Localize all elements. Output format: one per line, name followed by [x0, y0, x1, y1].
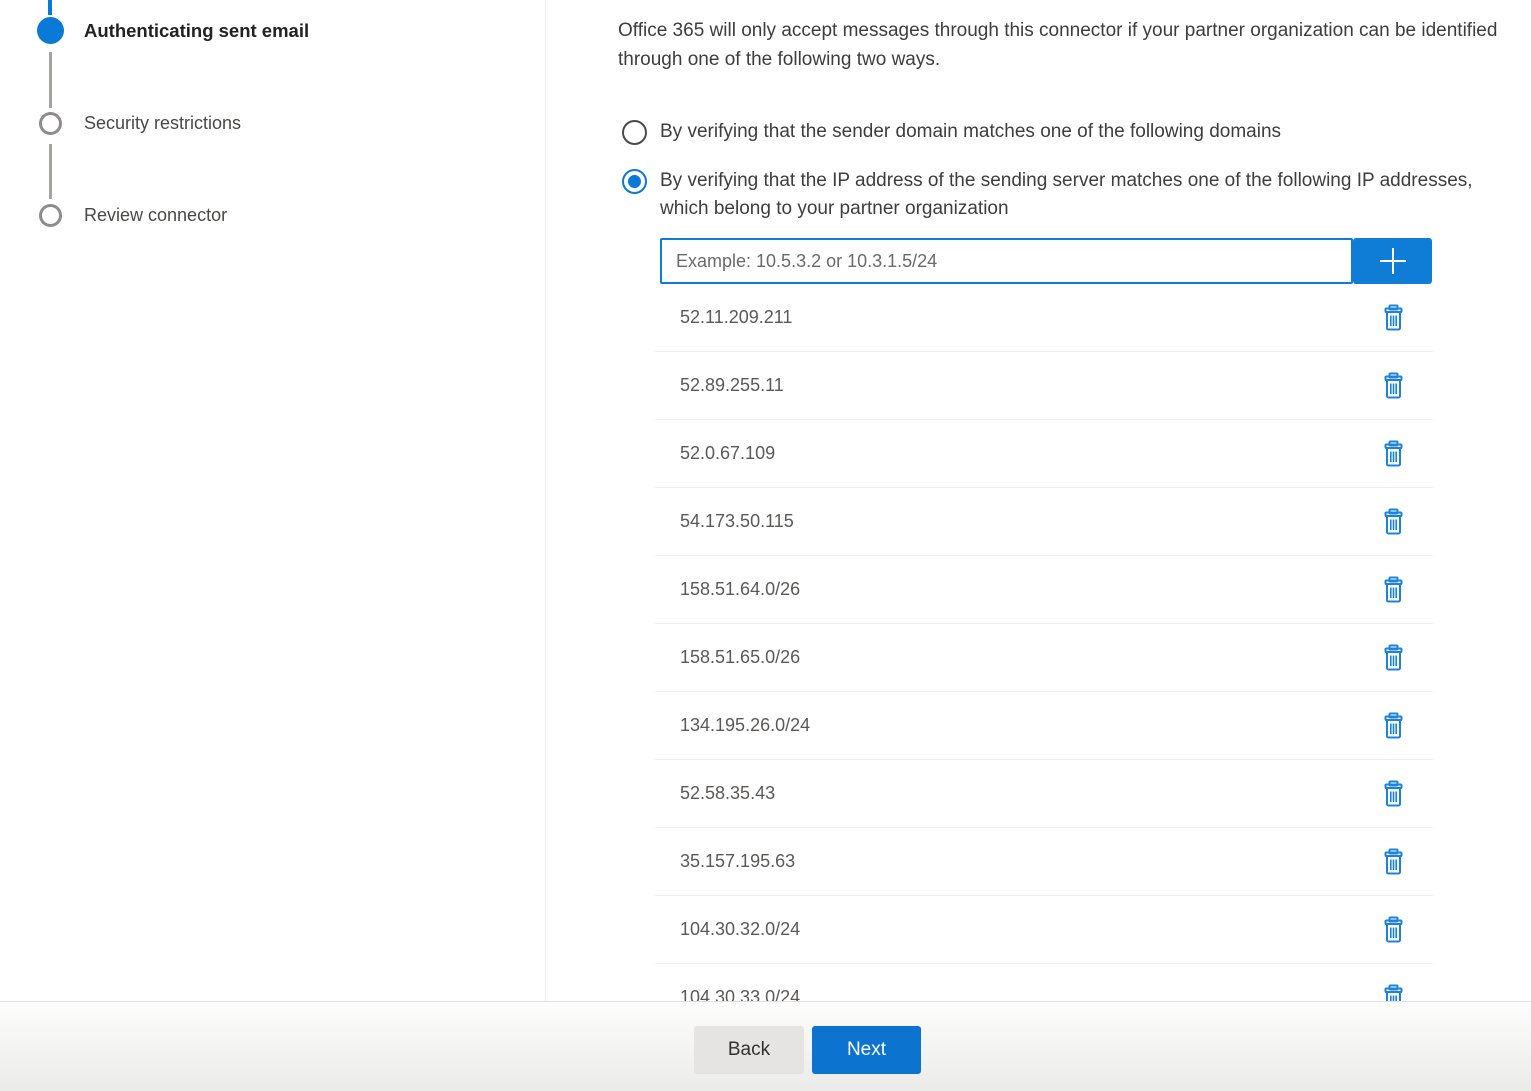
trash-icon: [1382, 576, 1405, 603]
wizard-footer: Back Next: [0, 1001, 1531, 1091]
step-indicator-slot: [36, 112, 64, 135]
panel-divider: [545, 0, 546, 1001]
ip-address-value: 104.30.32.0/24: [680, 919, 800, 940]
ip-address-row: 52.11.209.211: [655, 284, 1433, 352]
delete-ip-button[interactable]: [1380, 914, 1407, 945]
delete-ip-button[interactable]: [1380, 642, 1407, 673]
ip-address-row: 158.51.65.0/26: [655, 624, 1433, 692]
wizard-step-review-connector[interactable]: Review connector: [36, 204, 227, 227]
step-connector: [49, 144, 52, 199]
ip-address-row: 104.30.32.0/24: [655, 896, 1433, 964]
plus-icon: [1377, 245, 1409, 277]
radio-option-label: By verifying that the sender domain matc…: [660, 118, 1281, 146]
radio-unselected-icon[interactable]: [622, 120, 647, 145]
step-connector-top: [48, 0, 52, 15]
authenticating-sent-email-panel: Office 365 will only accept messages thr…: [618, 0, 1531, 1001]
step-indicator-slot: [36, 17, 64, 44]
ip-address-value: 134.195.26.0/24: [680, 715, 810, 736]
ip-address-row: 52.0.67.109: [655, 420, 1433, 488]
delete-ip-button[interactable]: [1380, 574, 1407, 605]
trash-icon: [1382, 780, 1405, 807]
ip-address-value: 52.0.67.109: [680, 443, 775, 464]
ip-address-value: 54.173.50.115: [680, 511, 794, 532]
ip-address-value: 35.157.195.63: [680, 851, 795, 872]
delete-ip-button[interactable]: [1380, 438, 1407, 469]
ip-address-row: 52.58.35.43: [655, 760, 1433, 828]
step-indicator-slot: [36, 204, 64, 227]
radio-option-sender-domain[interactable]: By verifying that the sender domain matc…: [622, 118, 1531, 146]
connector-wizard-page: Authenticating sent email Security restr…: [0, 0, 1531, 1091]
step-label: Review connector: [84, 205, 227, 226]
radio-option-ip-address[interactable]: By verifying that the IP address of the …: [622, 167, 1531, 223]
delete-ip-button[interactable]: [1380, 846, 1407, 877]
trash-icon: [1382, 508, 1405, 535]
ip-address-row: 134.195.26.0/24: [655, 692, 1433, 760]
delete-ip-button[interactable]: [1380, 710, 1407, 741]
ip-address-row: 158.51.64.0/26: [655, 556, 1433, 624]
step-upcoming-circle-icon: [39, 204, 62, 227]
back-button[interactable]: Back: [694, 1026, 804, 1074]
delete-ip-button[interactable]: [1380, 506, 1407, 537]
step-label: Authenticating sent email: [84, 20, 309, 42]
ip-address-value: 158.51.65.0/26: [680, 647, 800, 668]
next-button[interactable]: Next: [812, 1026, 921, 1074]
step-current-dot-icon: [37, 17, 64, 44]
delete-ip-button[interactable]: [1380, 778, 1407, 809]
ip-address-value: 52.58.35.43: [680, 783, 775, 804]
trash-icon: [1382, 848, 1405, 875]
add-ip-button[interactable]: [1353, 238, 1432, 284]
ip-address-value: 52.11.209.211: [680, 307, 792, 328]
radio-selected-icon[interactable]: [622, 169, 647, 194]
wizard-steps-rail: Authenticating sent email Security restr…: [0, 0, 545, 1001]
ip-address-input[interactable]: [660, 238, 1353, 284]
ip-address-row: 35.157.195.63: [655, 828, 1433, 896]
radio-option-label: By verifying that the IP address of the …: [660, 167, 1480, 223]
trash-icon: [1382, 644, 1405, 671]
delete-ip-button[interactable]: [1380, 370, 1407, 401]
ip-address-value: 158.51.64.0/26: [680, 579, 800, 600]
ip-entry-row: [660, 238, 1531, 284]
ip-address-list: 52.11.209.211 52.89.255.11: [655, 284, 1433, 1032]
delete-ip-button[interactable]: [1380, 302, 1407, 333]
wizard-step-security-restrictions[interactable]: Security restrictions: [36, 112, 241, 135]
trash-icon: [1382, 440, 1405, 467]
step-label: Security restrictions: [84, 113, 241, 134]
step-connector: [49, 52, 52, 108]
trash-icon: [1382, 916, 1405, 943]
trash-icon: [1382, 372, 1405, 399]
ip-address-row: 54.173.50.115: [655, 488, 1433, 556]
trash-icon: [1382, 304, 1405, 331]
intro-text: Office 365 will only accept messages thr…: [618, 16, 1531, 74]
step-upcoming-circle-icon: [39, 112, 62, 135]
ip-address-value: 52.89.255.11: [680, 375, 784, 396]
ip-address-row: 52.89.255.11: [655, 352, 1433, 420]
wizard-step-authenticating-sent-email[interactable]: Authenticating sent email: [36, 17, 309, 44]
trash-icon: [1382, 712, 1405, 739]
